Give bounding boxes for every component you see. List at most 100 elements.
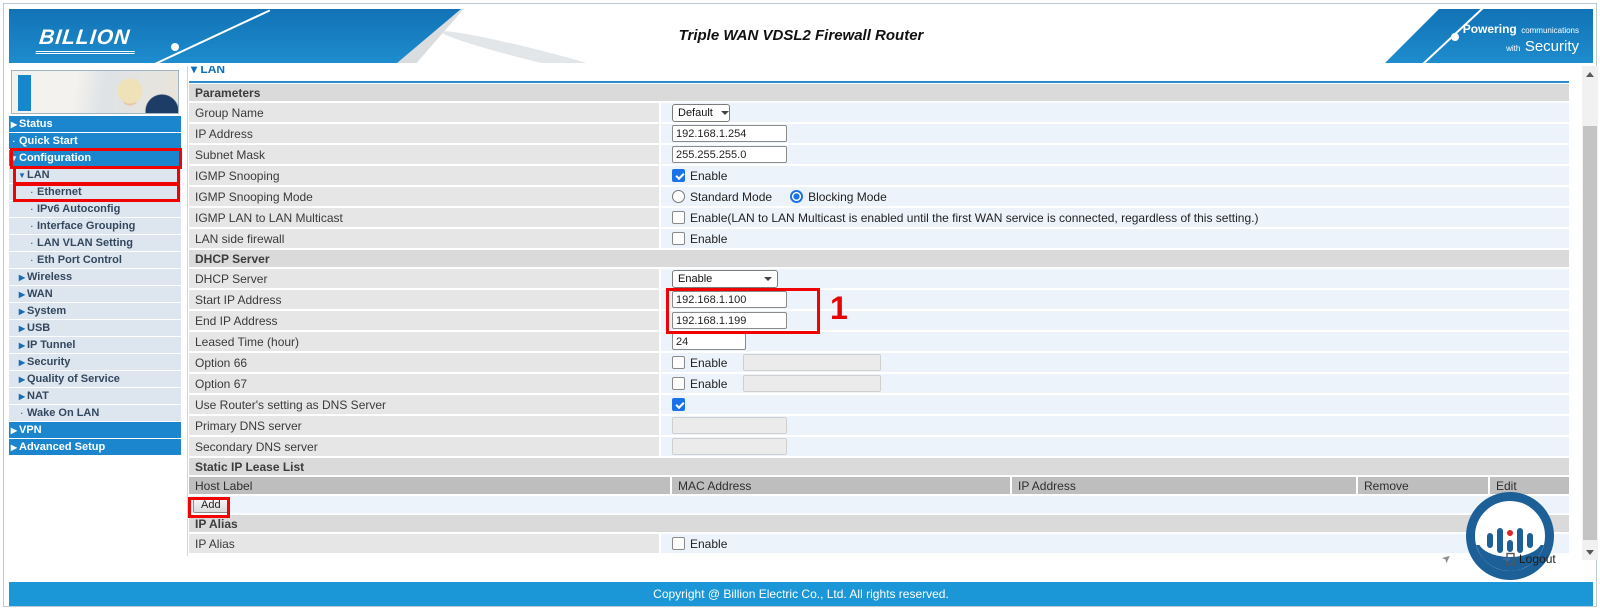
app-frame: BILLION Triple WAN VDSL2 Firewall Router… <box>3 3 1597 607</box>
row-primary-dns: Primary DNS server <box>189 416 1569 435</box>
section-header-ip-alias: IP Alias <box>189 515 1569 532</box>
primary-dns-input[interactable] <box>672 417 787 434</box>
row-lan-side-firewall: LAN side firewall Enable <box>189 229 1569 248</box>
end-ip-input[interactable] <box>672 312 787 329</box>
section-header-dhcp: DHCP Server <box>189 250 1569 267</box>
logout-door-icon <box>1502 552 1516 566</box>
bullet-icon: · <box>27 222 37 231</box>
sidebar-item-wan[interactable]: ▶WAN <box>9 286 181 302</box>
arrow-right-icon: ▶ <box>17 324 27 333</box>
row-igmp-lan-multicast: IGMP LAN to LAN Multicast Enable(LAN to … <box>189 208 1569 227</box>
sidebar-item-wake-on-lan[interactable]: ·Wake On LAN <box>9 405 181 421</box>
footer-bar: Copyright @ Billion Electric Co., Ltd. A… <box>9 582 1593 606</box>
group-name-select[interactable]: Default <box>672 104 730 122</box>
subnet-mask-input[interactable] <box>672 146 787 163</box>
sidebar-item-lan[interactable]: ▼LAN <box>9 167 181 183</box>
row-secondary-dns: Secondary DNS server <box>189 437 1569 456</box>
sidebar-item-ip-tunnel[interactable]: ▶IP Tunnel <box>9 337 181 353</box>
row-igmp-snooping: IGMP Snooping Enable <box>189 166 1569 185</box>
row-option-67: Option 67 Enable <box>189 374 1569 393</box>
arrow-right-icon: ▶ <box>17 307 27 316</box>
router-dns-checkbox[interactable] <box>672 398 685 411</box>
lan-side-firewall-checkbox[interactable] <box>672 232 685 245</box>
bullet-icon: · <box>27 256 37 265</box>
bullet-icon: · <box>27 188 37 197</box>
row-option-66: Option 66 Enable <box>189 353 1569 372</box>
option67-input[interactable] <box>743 375 881 392</box>
ip-alias-checkbox[interactable] <box>672 537 685 550</box>
igmp-lan-multicast-checkbox[interactable] <box>672 211 685 224</box>
arrow-down-icon: ▼ <box>9 154 19 163</box>
scroll-down-arrow[interactable] <box>1582 544 1598 560</box>
scrollbar-thumb[interactable] <box>1583 126 1597 540</box>
sidebar-item-ethernet[interactable]: ·Ethernet <box>9 184 181 200</box>
igmp-snooping-checkbox[interactable] <box>672 169 685 182</box>
dhcp-server-select[interactable]: Enable <box>672 270 778 288</box>
arrow-right-icon: ▶ <box>17 341 27 350</box>
arrow-right-icon: ▶ <box>17 273 27 282</box>
logout-button[interactable]: Logout <box>1502 552 1556 566</box>
option66-checkbox[interactable] <box>672 356 685 369</box>
sidebar-item-usb[interactable]: ▶USB <box>9 320 181 336</box>
sidebar-item-interface-grouping[interactable]: ·Interface Grouping <box>9 218 181 234</box>
lan-config-form: ▾ LAN Parameters Group Name Default IP A… <box>189 66 1569 555</box>
content-page-title: ▾ LAN <box>191 66 225 76</box>
sidebar-item-ipv6-autoconfig[interactable]: ·IPv6 Autoconfig <box>9 201 181 217</box>
sidebar-item-wireless[interactable]: ▶Wireless <box>9 269 181 285</box>
header-dot-left <box>171 43 179 51</box>
content-left-border <box>187 66 188 556</box>
sidebar-item-advanced-setup[interactable]: ▶Advanced Setup <box>9 439 181 455</box>
header-banner: BILLION Triple WAN VDSL2 Firewall Router… <box>9 9 1593 63</box>
row-igmp-snooping-mode: IGMP Snooping Mode Standard Mode Blockin… <box>189 187 1569 206</box>
sidebar-item-lan-vlan-setting[interactable]: ·LAN VLAN Setting <box>9 235 181 251</box>
sidebar-item-security[interactable]: ▶Security <box>9 354 181 370</box>
lease-table-header: Host Label MAC Address IP Address Remove… <box>189 477 1569 494</box>
row-group-name: Group Name Default <box>189 103 1569 122</box>
sidebar-item-configuration[interactable]: ▼Configuration <box>9 150 181 166</box>
standard-mode-radio[interactable] <box>672 190 685 203</box>
option67-checkbox[interactable] <box>672 377 685 390</box>
sidebar-item-quick-start[interactable]: ·Quick Start <box>9 133 181 149</box>
option66-input[interactable] <box>743 354 881 371</box>
sidebar-item-quality-of-service[interactable]: ▶Quality of Service <box>9 371 181 387</box>
sidebar-item-vpn[interactable]: ▶VPN <box>9 422 181 438</box>
scroll-up-arrow[interactable] <box>1582 66 1598 82</box>
logo-bar <box>1527 533 1533 548</box>
header-right-block: Powering communications with Security <box>1385 9 1593 63</box>
blocking-mode-radio[interactable] <box>790 190 803 203</box>
row-router-dns: Use Router's setting as DNS Server <box>189 395 1569 414</box>
col-host-label: Host Label <box>189 477 670 494</box>
row-ip-address: IP Address <box>189 124 1569 143</box>
chevron-down-icon <box>721 111 729 115</box>
logo-bar <box>1487 533 1493 548</box>
sidebar-item-status[interactable]: ▶Status <box>9 116 181 132</box>
sidebar-photo-blue-bar <box>18 75 31 111</box>
secondary-dns-input[interactable] <box>672 438 787 455</box>
leased-time-input[interactable] <box>672 333 746 350</box>
copyright-text: Copyright @ Billion Electric Co., Ltd. A… <box>653 587 949 601</box>
billion-watermark-logo <box>1466 492 1554 580</box>
content-title-clip: ▾ LAN <box>189 66 1569 81</box>
title-underline <box>189 81 1569 83</box>
chevron-down-icon <box>764 277 772 281</box>
sidebar-item-eth-port-control[interactable]: ·Eth Port Control <box>9 252 181 268</box>
add-button[interactable]: Add <box>193 497 229 513</box>
vertical-scrollbar[interactable] <box>1582 66 1598 560</box>
ip-address-input[interactable] <box>672 125 787 142</box>
lease-add-row: Add <box>189 496 1569 513</box>
section-header-static-lease: Static IP Lease List <box>189 458 1569 475</box>
sidebar-item-system[interactable]: ▶System <box>9 303 181 319</box>
arrow-right-icon: ▶ <box>9 426 19 435</box>
arrow-down-icon: ▼ <box>17 171 27 180</box>
page-header-title: Triple WAN VDSL2 Firewall Router <box>9 27 1593 44</box>
bullet-icon: · <box>17 409 27 418</box>
sidebar-item-nat[interactable]: ▶NAT <box>9 388 181 404</box>
arrow-right-icon: ▶ <box>17 392 27 401</box>
row-start-ip: Start IP Address <box>189 290 1569 309</box>
row-dhcp-server: DHCP Server Enable <box>189 269 1569 288</box>
logo-circle <box>1466 492 1554 580</box>
slogan-line2: with Security <box>1385 38 1579 56</box>
col-ip-address: IP Address <box>1012 477 1356 494</box>
logo-bar <box>1497 528 1503 553</box>
start-ip-input[interactable] <box>672 291 787 308</box>
